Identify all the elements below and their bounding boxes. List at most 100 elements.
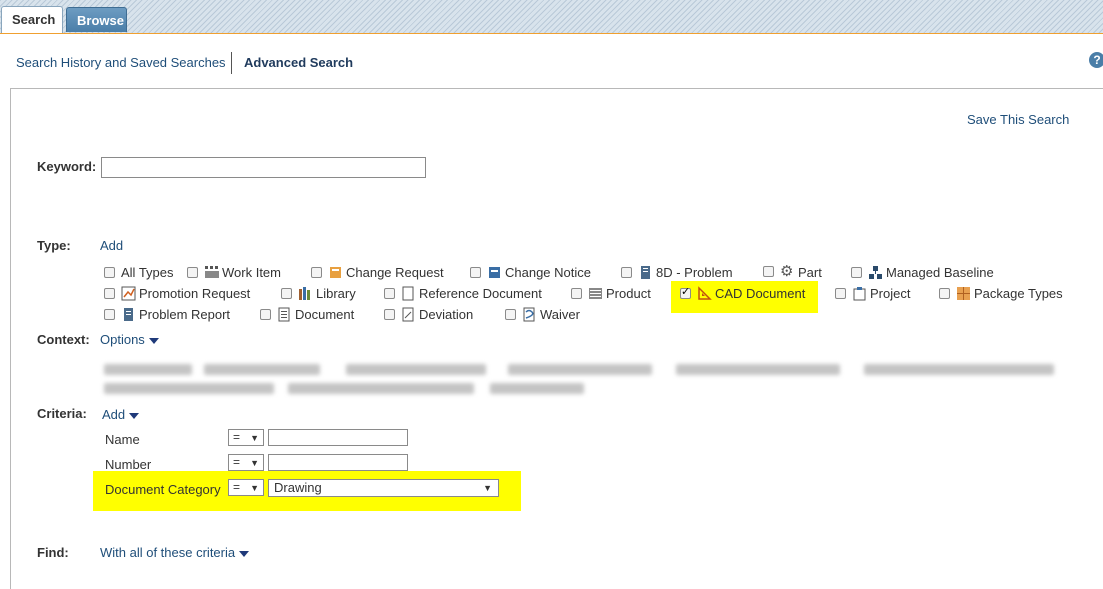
- checkbox[interactable]: [939, 288, 950, 299]
- checkbox[interactable]: [505, 309, 516, 320]
- type-option-label: 8D - Problem: [656, 265, 733, 280]
- type-option-part[interactable]: ⚙ Part: [763, 262, 822, 280]
- context-item: [104, 383, 274, 394]
- operator-value: =: [233, 455, 241, 469]
- criteria-name-label: Name: [105, 432, 140, 447]
- type-option-label: Change Request: [346, 265, 444, 280]
- help-icon[interactable]: ?: [1089, 52, 1103, 68]
- checkbox[interactable]: [187, 267, 198, 278]
- type-option-document[interactable]: Document: [260, 307, 354, 322]
- tab-browse[interactable]: Browse: [66, 7, 127, 32]
- reference-doc-icon: [401, 286, 416, 301]
- advanced-search-link[interactable]: Advanced Search: [244, 55, 353, 70]
- type-option-waiver[interactable]: Waiver: [505, 307, 580, 322]
- chevron-down-icon: [239, 550, 250, 557]
- checkbox[interactable]: [571, 288, 582, 299]
- checkbox[interactable]: [260, 309, 271, 320]
- type-option-label: Waiver: [540, 307, 580, 322]
- type-option-label: CAD Document: [715, 286, 806, 301]
- dropdown-arrow-icon: ▼: [250, 433, 259, 443]
- type-option-all-types[interactable]: All Types: [104, 265, 174, 280]
- type-option-work-item[interactable]: Work Item: [187, 265, 281, 280]
- type-option-deviation[interactable]: Deviation: [384, 307, 473, 322]
- library-icon: [298, 286, 313, 301]
- tab-bar: Search Browse: [0, 0, 1103, 34]
- chevron-down-icon: [148, 337, 159, 344]
- dropdown-arrow-icon: ▼: [483, 483, 492, 493]
- context-item: [104, 364, 192, 375]
- context-item: [490, 383, 584, 394]
- checkbox[interactable]: [281, 288, 292, 299]
- checkbox[interactable]: [104, 267, 115, 278]
- add-label: Add: [102, 407, 126, 422]
- sub-navigation: Search History and Saved Searches Advanc…: [16, 52, 353, 74]
- type-option-change-notice[interactable]: Change Notice: [470, 265, 591, 280]
- checkbox[interactable]: [470, 267, 481, 278]
- document-category-operator-select[interactable]: = ▼: [228, 479, 264, 496]
- type-option-cad-document[interactable]: CAD Document: [680, 285, 806, 301]
- find-label: Find:: [37, 545, 69, 560]
- type-option-label: Project: [870, 286, 911, 301]
- number-value-input[interactable]: [268, 454, 408, 471]
- waiver-icon: [522, 307, 537, 322]
- type-label: Type:: [37, 238, 71, 253]
- checkbox[interactable]: [104, 288, 115, 299]
- checkbox[interactable]: [104, 309, 115, 320]
- tab-search[interactable]: Search: [1, 6, 63, 33]
- type-add-link[interactable]: Add: [100, 238, 123, 253]
- keyword-input[interactable]: [101, 157, 426, 178]
- type-option-label: Promotion Request: [139, 286, 251, 301]
- type-option-managed-baseline[interactable]: Managed Baseline: [851, 265, 994, 280]
- find-mode-link[interactable]: With all of these criteria: [100, 545, 250, 560]
- project-icon: [852, 286, 867, 301]
- type-option-label: Change Notice: [505, 265, 591, 280]
- checkbox[interactable]: [311, 267, 322, 278]
- type-option-label: Reference Document: [419, 286, 542, 301]
- type-option-library[interactable]: Library: [281, 286, 356, 301]
- checkbox[interactable]: [835, 288, 846, 299]
- checkbox[interactable]: [763, 265, 774, 277]
- dropdown-arrow-icon: ▼: [250, 458, 259, 468]
- search-history-link[interactable]: Search History and Saved Searches: [16, 55, 226, 70]
- type-option-package-types[interactable]: Package Types: [939, 286, 1063, 301]
- criteria-add-link[interactable]: Add: [102, 407, 140, 422]
- options-label: Options: [100, 332, 145, 347]
- checkbox[interactable]: [384, 288, 395, 299]
- context-item: [676, 364, 840, 375]
- name-value-input[interactable]: [268, 429, 408, 446]
- checkbox[interactable]: [680, 285, 691, 299]
- context-item: [204, 364, 320, 375]
- name-operator-select[interactable]: = ▼: [228, 429, 264, 446]
- find-mode-label: With all of these criteria: [100, 545, 236, 560]
- type-option-label: Managed Baseline: [886, 265, 994, 280]
- type-option-project[interactable]: Project: [835, 286, 910, 301]
- context-options-link[interactable]: Options: [100, 332, 159, 347]
- problem-icon: [638, 265, 653, 280]
- type-option-change-request[interactable]: Change Request: [311, 265, 444, 280]
- type-option-label: Package Types: [974, 286, 1063, 301]
- type-option-label: Work Item: [222, 265, 281, 280]
- context-item: [346, 364, 486, 375]
- type-option-problem-report[interactable]: Problem Report: [104, 307, 230, 322]
- promotion-icon: [121, 286, 136, 301]
- checkbox[interactable]: [621, 267, 632, 278]
- problem-report-icon: [121, 307, 136, 322]
- type-option-reference-document[interactable]: Reference Document: [384, 286, 542, 301]
- type-option-promotion-request[interactable]: Promotion Request: [104, 286, 250, 301]
- document-category-select[interactable]: Drawing ▼: [268, 479, 499, 497]
- gear-icon: ⚙: [780, 262, 794, 280]
- selected-value: Drawing: [274, 480, 322, 495]
- product-icon: [588, 286, 603, 301]
- criteria-document-category-label: Document Category: [105, 482, 221, 497]
- criteria-label: Criteria:: [37, 406, 87, 421]
- checkbox[interactable]: [384, 309, 395, 320]
- baseline-icon: [868, 265, 883, 280]
- number-operator-select[interactable]: = ▼: [228, 454, 264, 471]
- checkbox[interactable]: [851, 267, 862, 278]
- criteria-number-label: Number: [105, 457, 152, 472]
- context-item: [508, 364, 652, 375]
- keyword-label: Keyword:: [37, 159, 97, 174]
- type-option-8d-problem[interactable]: 8D - Problem: [621, 265, 733, 280]
- type-option-product[interactable]: Product: [571, 286, 651, 301]
- save-search-link[interactable]: Save This Search: [967, 112, 1069, 127]
